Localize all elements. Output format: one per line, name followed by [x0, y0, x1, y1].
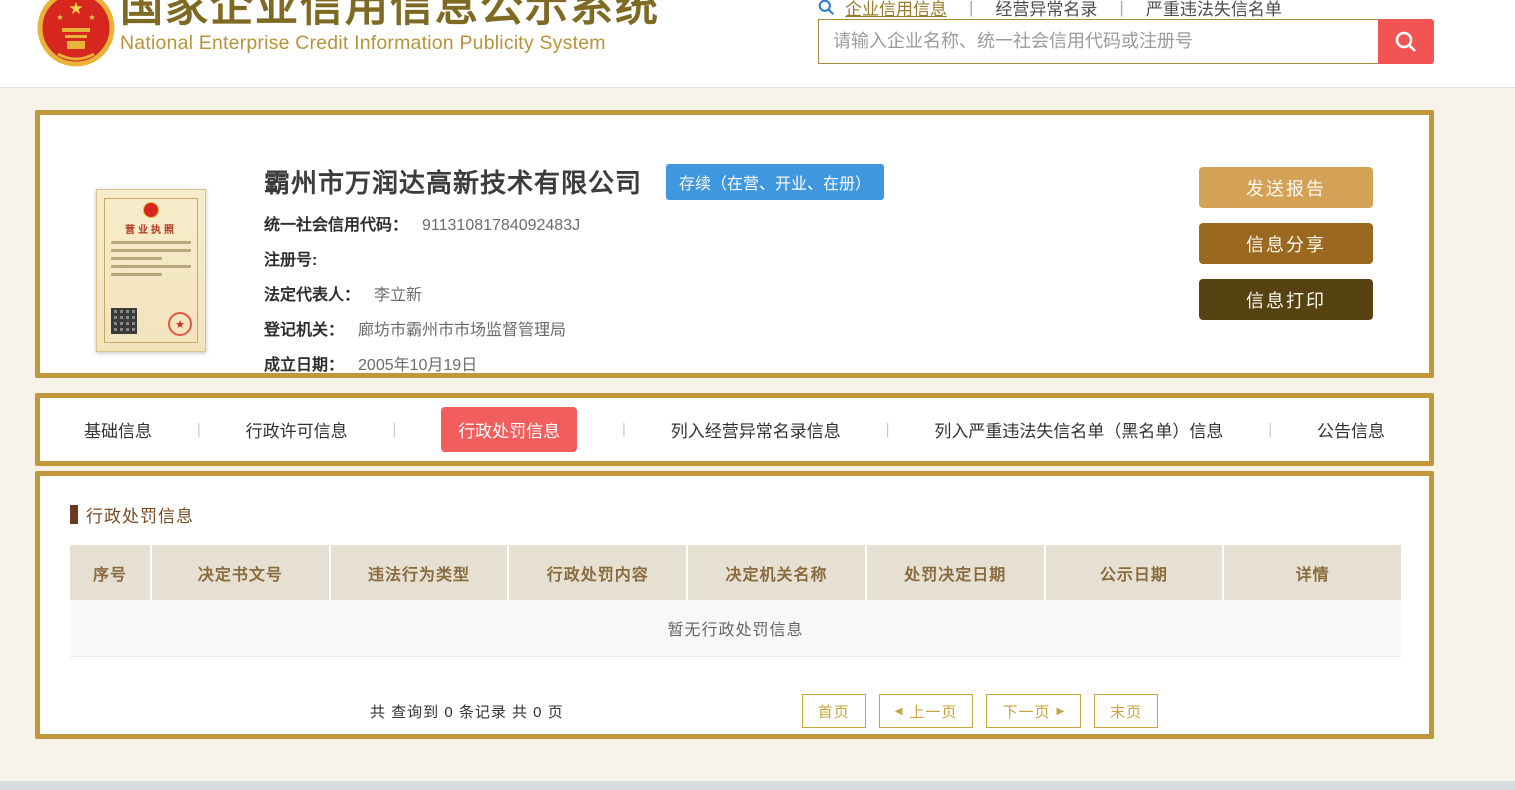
license-qr-code [111, 308, 137, 334]
company-name: 霸州市万润达高新技术有限公司 [264, 168, 643, 198]
search-bar [818, 19, 1434, 64]
page-bottom-strip [0, 781, 1515, 790]
nav-separator: | [1119, 0, 1124, 17]
last-page-button[interactable]: 末页 [1094, 694, 1159, 728]
svg-text:★: ★ [88, 13, 95, 22]
empty-table-message: 暂无行政处罚信息 [70, 600, 1401, 657]
next-arrow-icon: ▶ [1056, 705, 1066, 717]
col-header-decision-doc-number: 决定书文号 [152, 545, 329, 600]
site-title-chinese: 国家企业信用信息公示系统 [120, 0, 660, 31]
prev-arrow-icon: ◀ [894, 705, 904, 717]
field-label: 注册号: [264, 252, 318, 269]
section-title: 行政处罚信息 [86, 507, 194, 526]
nav-link-enterprise-credit[interactable]: 企业信用信息 [845, 0, 947, 20]
tab-administrative-penalty[interactable]: 行政处罚信息 [441, 407, 578, 452]
tab-announcements[interactable]: 公告信息 [1317, 417, 1385, 442]
col-header-decision-date: 处罚决定日期 [866, 545, 1044, 600]
search-icon [818, 0, 835, 16]
penalty-info-panel: 行政处罚信息 序号 决定书文号 违法行为类型 行政处罚内容 决定机关名称 处罚决… [35, 471, 1434, 739]
field-credit-code: 统一社会信用代码： 91131081784092483J [264, 211, 1199, 235]
info-tabs-bar: 基础信息 | 行政许可信息 | 行政处罚信息 | 列入经营异常名录信息 | 列入… [35, 393, 1434, 466]
search-input[interactable] [818, 19, 1378, 64]
print-info-button[interactable]: 信息打印 [1199, 279, 1373, 320]
site-title-english: National Enterprise Credit Information P… [120, 32, 606, 54]
tab-basic-info[interactable]: 基础信息 [84, 417, 152, 442]
pagination-row: 共 查询到 0 条记录 共 0 页 首页 ◀ 上一页 下一页 ▶ 末页 [70, 694, 1401, 728]
field-label: 登记机关： [264, 322, 345, 339]
col-header-penalty-content: 行政处罚内容 [509, 545, 687, 600]
field-registration-number: 注册号: [264, 246, 1199, 270]
first-page-button[interactable]: 首页 [801, 694, 866, 728]
field-value: 李立新 [374, 287, 423, 304]
field-label: 统一社会信用代码： [264, 217, 409, 234]
national-emblem-logo: ★ ★ ★ [36, 0, 116, 72]
tab-abnormal-operations-list[interactable]: 列入经营异常名录信息 [671, 417, 841, 442]
field-value: 91131081784092483J [422, 217, 581, 234]
company-summary-card: 营业执照 ★ 霸州市万润达高新技术有限公司 存续（在营、开业、在册） 统一社会信… [35, 110, 1434, 378]
col-header-decision-authority: 决定机关名称 [688, 545, 865, 600]
license-title: 营业执照 [125, 225, 177, 236]
prev-page-button[interactable]: ◀ 上一页 [878, 694, 974, 728]
records-summary: 共 查询到 0 条记录 共 0 页 [370, 703, 564, 721]
col-header-details: 详情 [1224, 545, 1401, 600]
send-report-button[interactable]: 发送报告 [1199, 167, 1373, 208]
col-header-violation-type: 违法行为类型 [330, 545, 508, 600]
company-status-badge: 存续（在营、开业、在册） [666, 163, 885, 200]
magnifier-icon [1395, 31, 1416, 52]
license-emblem-icon [143, 202, 159, 218]
col-header-index: 序号 [70, 545, 150, 600]
section-title-bar [70, 505, 78, 524]
license-red-seal: ★ [168, 312, 192, 336]
search-type-nav: 企业信用信息 | 经营异常名录 | 严重违法失信名单 [818, 0, 1282, 20]
site-header: ★ ★ ★ 国家企业信用信息公示系统 National Enterprise C… [0, 0, 1515, 88]
tab-administrative-license[interactable]: 行政许可信息 [246, 417, 348, 442]
field-legal-representative: 法定代表人： 李立新 [264, 281, 1199, 305]
next-page-button[interactable]: 下一页 ▶ [986, 694, 1082, 728]
nav-link-abnormal-operations[interactable]: 经营异常名录 [995, 0, 1097, 20]
tab-serious-violations-blacklist[interactable]: 列入严重违法失信名单（黑名单）信息 [934, 417, 1223, 442]
share-info-button[interactable]: 信息分享 [1199, 223, 1373, 264]
svg-text:★: ★ [56, 13, 63, 22]
nav-link-serious-violations[interactable]: 严重违法失信名单 [1146, 0, 1282, 20]
field-establishment-date: 成立日期： 2005年10月19日 [264, 351, 1199, 375]
business-license-image: 营业执照 ★ [96, 189, 206, 352]
col-header-publicity-date: 公示日期 [1045, 545, 1223, 600]
search-button[interactable] [1378, 19, 1434, 64]
field-label: 法定代表人： [264, 287, 361, 304]
field-value: 2005年10月19日 [358, 357, 478, 374]
nav-separator: | [969, 0, 974, 17]
field-label: 成立日期： [264, 357, 345, 374]
company-action-buttons: 发送报告 信息分享 信息打印 [1199, 167, 1373, 373]
pagination-controls: 首页 ◀ 上一页 下一页 ▶ 末页 [801, 694, 1159, 728]
field-value: 廊坊市霸州市市场监督管理局 [358, 322, 567, 339]
field-registration-authority: 登记机关： 廊坊市霸州市市场监督管理局 [264, 316, 1199, 340]
penalty-table: 序号 决定书文号 违法行为类型 行政处罚内容 决定机关名称 处罚决定日期 公示日… [70, 545, 1401, 657]
svg-text:★: ★ [68, 0, 83, 18]
